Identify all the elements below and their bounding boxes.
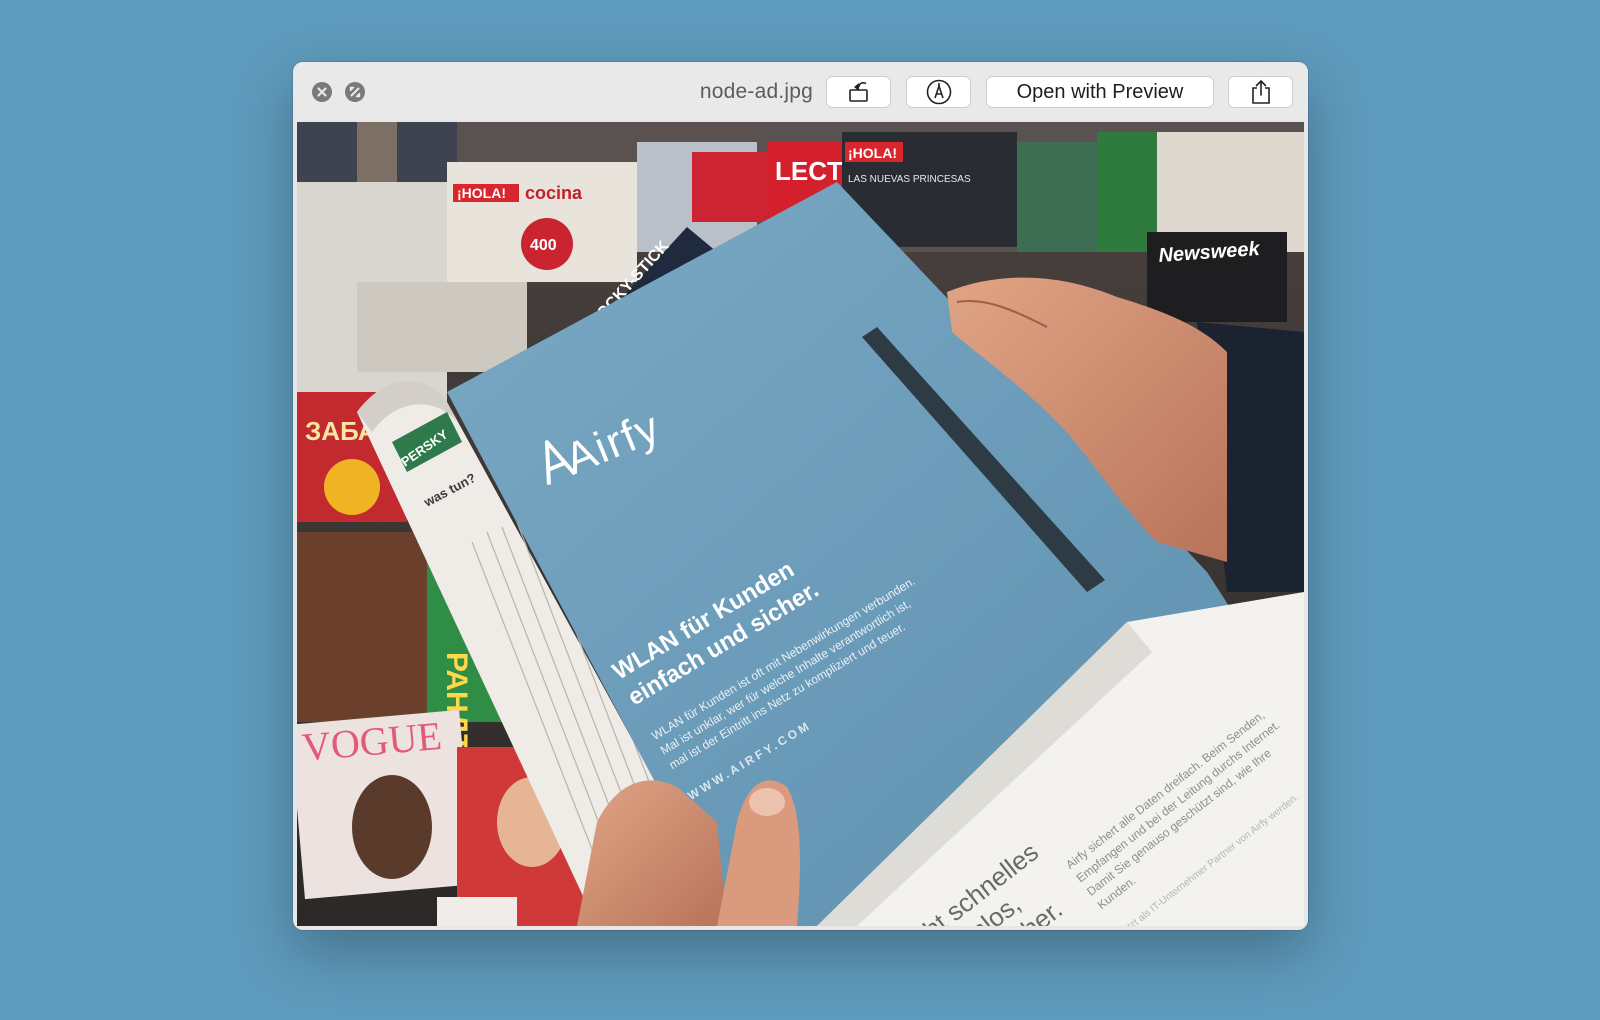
hola-label: ¡HOLA! bbox=[457, 185, 506, 201]
preview-image: ¡HOLA! cocina 400 LECTU ¡HOLA! LAS NUEVA… bbox=[297, 122, 1304, 926]
photo-content: ¡HOLA! cocina 400 LECTU ¡HOLA! LAS NUEVA… bbox=[297, 122, 1304, 926]
cocina-label: cocina bbox=[525, 183, 583, 203]
close-icon bbox=[317, 87, 327, 97]
markup-button[interactable] bbox=[906, 76, 971, 108]
file-name: node-ad.jpg bbox=[699, 80, 813, 103]
close-button[interactable] bbox=[312, 82, 332, 102]
quicklook-window: node-ad.jpg Open with Preview ¡HOLA! coc… bbox=[293, 62, 1308, 930]
title-bar[interactable]: node-ad.jpg Open with Preview bbox=[293, 62, 1308, 120]
fullscreen-button[interactable] bbox=[345, 82, 365, 102]
fullscreen-icon bbox=[349, 86, 361, 98]
open-with-preview-button[interactable]: Open with Preview bbox=[986, 76, 1214, 108]
rotate-button[interactable] bbox=[826, 76, 891, 108]
markup-icon bbox=[926, 79, 951, 105]
rotate-icon bbox=[848, 82, 868, 102]
issue-400-label: 400 bbox=[530, 237, 557, 254]
hola-label-2: ¡HOLA! bbox=[848, 145, 897, 161]
princesas-label: LAS NUEVAS PRINCESAS bbox=[848, 174, 971, 185]
share-icon bbox=[1251, 79, 1270, 104]
share-button[interactable] bbox=[1228, 76, 1293, 108]
